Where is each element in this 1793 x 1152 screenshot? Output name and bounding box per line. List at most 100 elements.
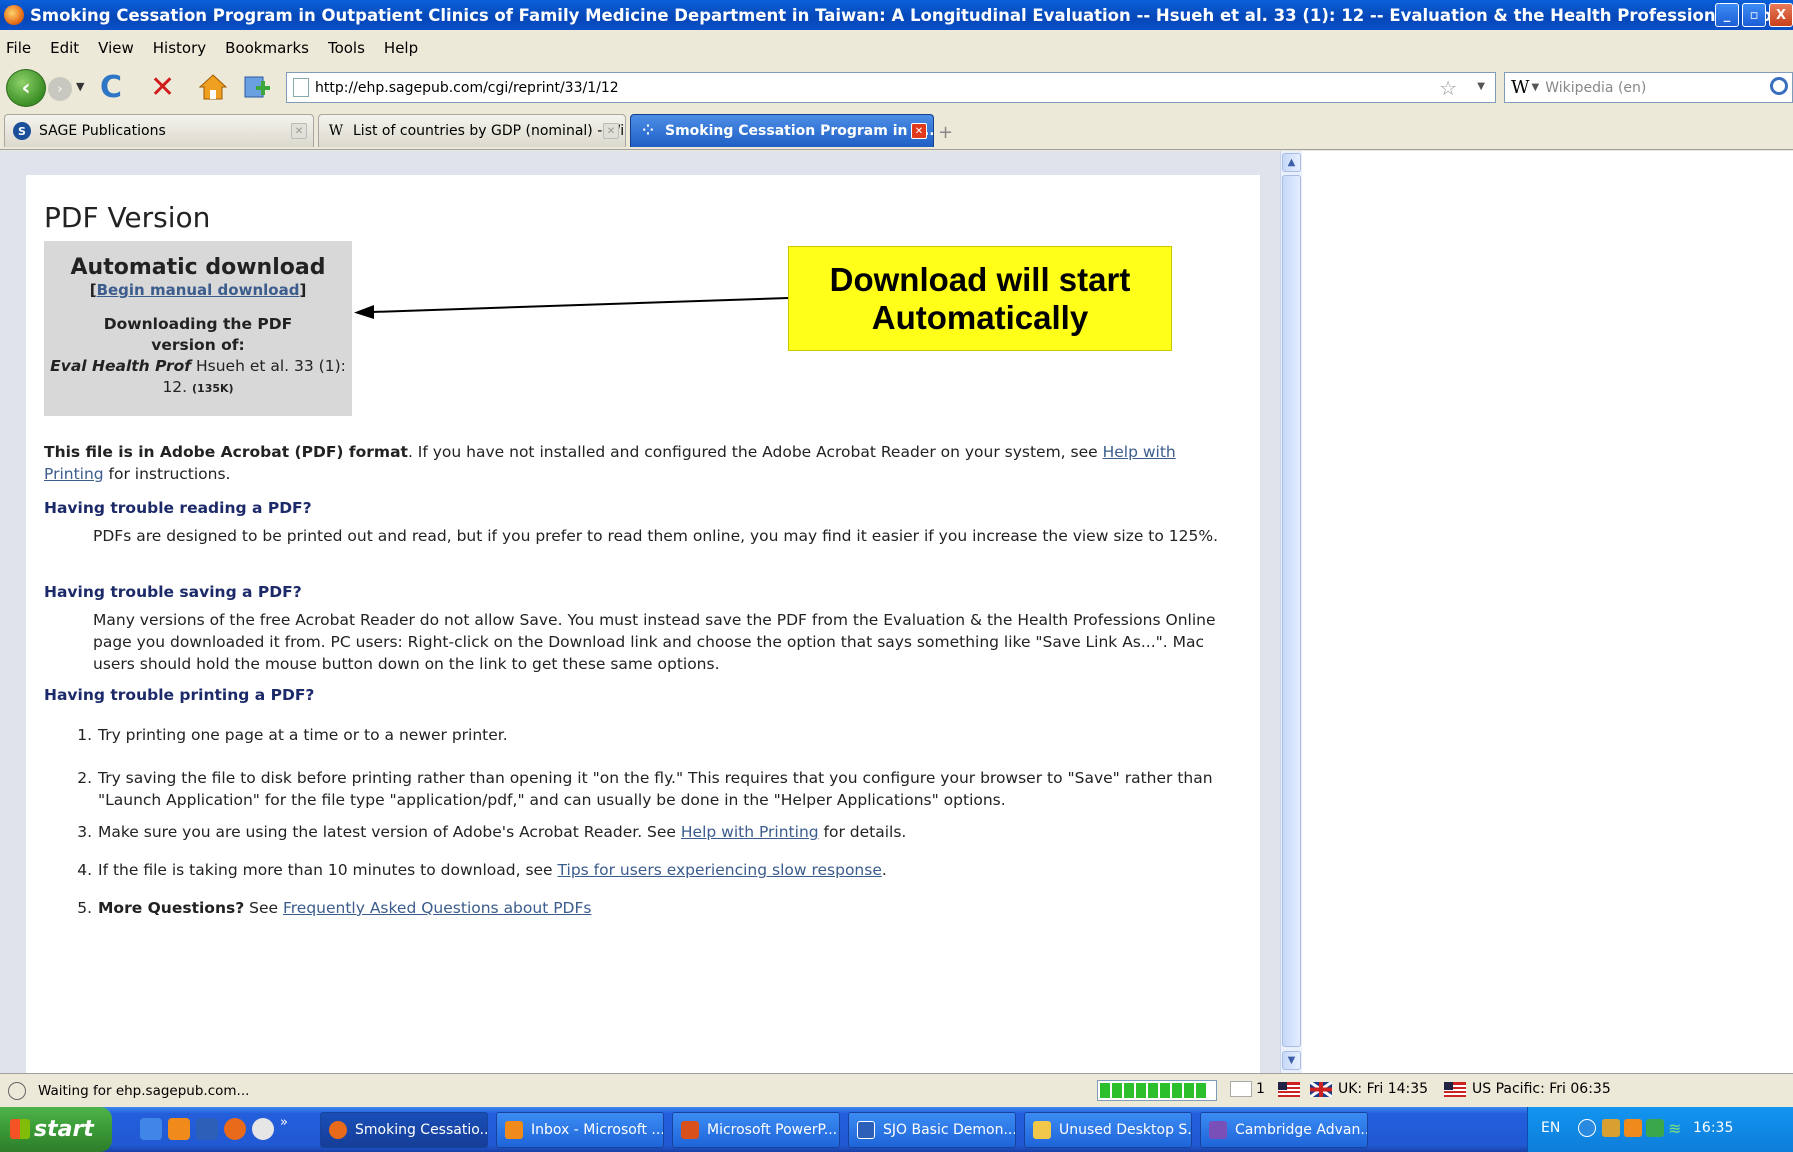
url-bar[interactable]: http://ehp.sagepub.com/cgi/reprint/33/1/… [286, 72, 1496, 103]
taskbar-item-word[interactable]: SJO Basic Demon... [848, 1112, 1016, 1148]
tab-close-icon[interactable]: ✕ [911, 123, 927, 139]
citation: Eval Health Prof Hsueh et al. 33 (1): 12… [44, 356, 352, 399]
taskbar-item-label: Smoking Cessatio... [355, 1122, 488, 1138]
new-tab-button[interactable]: + [938, 122, 953, 143]
mail-count: 1 [1256, 1081, 1265, 1097]
word-icon [857, 1121, 875, 1139]
window-controls: _ ▫ X [1715, 3, 1793, 27]
tab-label: Smoking Cessation Program in O... [665, 123, 934, 139]
taskbar-item-firefox[interactable]: Smoking Cessatio... [320, 1112, 488, 1148]
window-title: Smoking Cessation Program in Outpatient … [30, 5, 1793, 25]
search-engine-dropdown-icon[interactable]: ▼ [1532, 82, 1540, 93]
tray-network-icon[interactable] [1646, 1119, 1664, 1137]
firefox-icon [329, 1121, 347, 1139]
tab-gdp-list[interactable]: W List of countries by GDP (nominal) - W… [318, 114, 626, 147]
us-pacific-clock: US Pacific: Fri 06:35 [1472, 1081, 1611, 1097]
tray-outlook-icon[interactable] [1624, 1119, 1642, 1137]
search-placeholder: Wikipedia (en) [1545, 79, 1647, 96]
wikipedia-icon: W [328, 123, 344, 139]
taskbar-item-powerpoint[interactable]: Microsoft PowerP... [672, 1112, 840, 1148]
progress-bar [1097, 1080, 1217, 1101]
search-bar[interactable]: W ▼ Wikipedia (en) [1504, 72, 1793, 103]
menu-file[interactable]: File [6, 39, 31, 57]
tray-expand-icon[interactable] [1578, 1119, 1596, 1137]
scroll-thumb[interactable] [1282, 175, 1301, 1047]
bracket-open: [ [89, 281, 97, 299]
sage-icon: S [13, 122, 31, 140]
page-icon [293, 78, 309, 97]
intro-paragraph: This file is in Adobe Acrobat (PDF) form… [44, 441, 1234, 485]
minimize-button[interactable]: _ [1715, 3, 1739, 27]
list-text: Try printing one page at a time or to a … [98, 726, 508, 744]
start-label: start [34, 1117, 94, 1142]
section-text-reading: PDFs are designed to be printed out and … [93, 527, 1219, 545]
tab-close-icon[interactable]: ✕ [603, 123, 619, 139]
tray-app-icon[interactable] [1602, 1119, 1620, 1137]
scroll-down-icon[interactable]: ▼ [1282, 1051, 1301, 1070]
forward-button[interactable]: › [48, 77, 72, 101]
list-number: 1. [77, 726, 92, 744]
menu-history[interactable]: History [153, 39, 206, 57]
quicklaunch-expand-icon[interactable]: » [280, 1115, 288, 1130]
firefox-quicklaunch-icon[interactable] [224, 1118, 246, 1140]
powerpoint-icon [681, 1121, 699, 1139]
wikipedia-icon[interactable]: W [1511, 77, 1530, 98]
ie-quicklaunch-icon[interactable] [140, 1118, 162, 1140]
menu-edit[interactable]: Edit [50, 39, 79, 57]
start-button[interactable]: start [0, 1107, 112, 1152]
menu-view[interactable]: View [98, 39, 134, 57]
slow-response-tips-link[interactable]: Tips for users experiencing slow respons… [558, 861, 882, 879]
uk-flag-icon [1310, 1082, 1332, 1097]
language-indicator[interactable]: EN [1541, 1120, 1560, 1136]
bookmark-page-icon[interactable] [242, 72, 272, 102]
firefox-icon [4, 5, 24, 25]
loading-status-icon [8, 1081, 26, 1100]
list-bold: More Questions? [98, 899, 245, 917]
list-text: More Questions? See Frequently Asked Que… [98, 897, 1233, 919]
taskbar-item-folder[interactable]: Unused Desktop S... [1024, 1112, 1192, 1148]
taskbar-item-label: Microsoft PowerP... [707, 1122, 838, 1138]
history-dropdown-icon[interactable]: ▼ [76, 80, 84, 93]
download-box: Automatic download [Begin manual downloa… [44, 241, 352, 416]
annotation-callout: Download will start Automatically [788, 246, 1172, 351]
list-number: 5. [77, 899, 92, 917]
close-button[interactable]: X [1769, 3, 1793, 27]
outlook-quicklaunch-icon[interactable] [168, 1118, 190, 1140]
manual-download-link[interactable]: Begin manual download [97, 281, 300, 299]
navigation-toolbar: ‹ › ▼ C ✕ http://ehp.sagepub.com/cgi/rep… [0, 66, 1793, 110]
app-icon [1209, 1121, 1227, 1139]
taskbar-item-label: Cambridge Advan... [1235, 1122, 1368, 1138]
taskbar-item-inbox[interactable]: Inbox - Microsoft ... [496, 1112, 664, 1148]
media-quicklaunch-icon[interactable] [252, 1118, 274, 1140]
tab-smoking-cessation[interactable]: ⁘ Smoking Cessation Program in O... ✕ [630, 114, 934, 147]
search-icon[interactable] [1770, 77, 1788, 95]
vertical-scrollbar[interactable]: ▲ ▼ [1280, 151, 1302, 1073]
section-heading-saving: Having trouble saving a PDF? [44, 583, 302, 601]
taskbar-item-cambridge[interactable]: Cambridge Advan... [1200, 1112, 1368, 1148]
clock[interactable]: 16:35 [1693, 1120, 1733, 1136]
reload-button[interactable]: C [100, 70, 122, 105]
maximize-button[interactable]: ▫ [1742, 3, 1766, 27]
tab-close-icon[interactable]: ✕ [291, 123, 307, 139]
back-button[interactable]: ‹ [6, 69, 46, 107]
menu-bookmarks[interactable]: Bookmarks [225, 39, 309, 57]
loading-icon: ⁘ [642, 123, 654, 139]
list-pre: See [244, 899, 283, 917]
wifi-icon[interactable]: ≋ [1668, 1119, 1686, 1138]
menu-help[interactable]: Help [384, 39, 418, 57]
help-printing-link[interactable]: Help with Printing [681, 823, 819, 841]
section-heading-printing: Having trouble printing a PDF? [44, 686, 315, 704]
star-bookmark-icon[interactable]: ☆ [1439, 76, 1457, 100]
menu-tools[interactable]: Tools [328, 39, 365, 57]
url-dropdown-icon[interactable]: ▼ [1477, 81, 1485, 92]
mail-icon[interactable] [1230, 1081, 1252, 1097]
scroll-up-icon[interactable]: ▲ [1282, 153, 1301, 172]
blank-right-pane [1302, 151, 1793, 1073]
list-text: If the file is taking more than 10 minut… [98, 859, 1233, 881]
tab-sage-publications[interactable]: S SAGE Publications ✕ [4, 114, 314, 147]
pdf-faq-link[interactable]: Frequently Asked Questions about PDFs [283, 899, 592, 917]
home-icon[interactable] [198, 72, 228, 102]
stop-button[interactable]: ✕ [150, 70, 175, 105]
menu-bar: File Edit View History Bookmarks Tools H… [0, 30, 1793, 66]
word-quicklaunch-icon[interactable] [196, 1118, 218, 1140]
